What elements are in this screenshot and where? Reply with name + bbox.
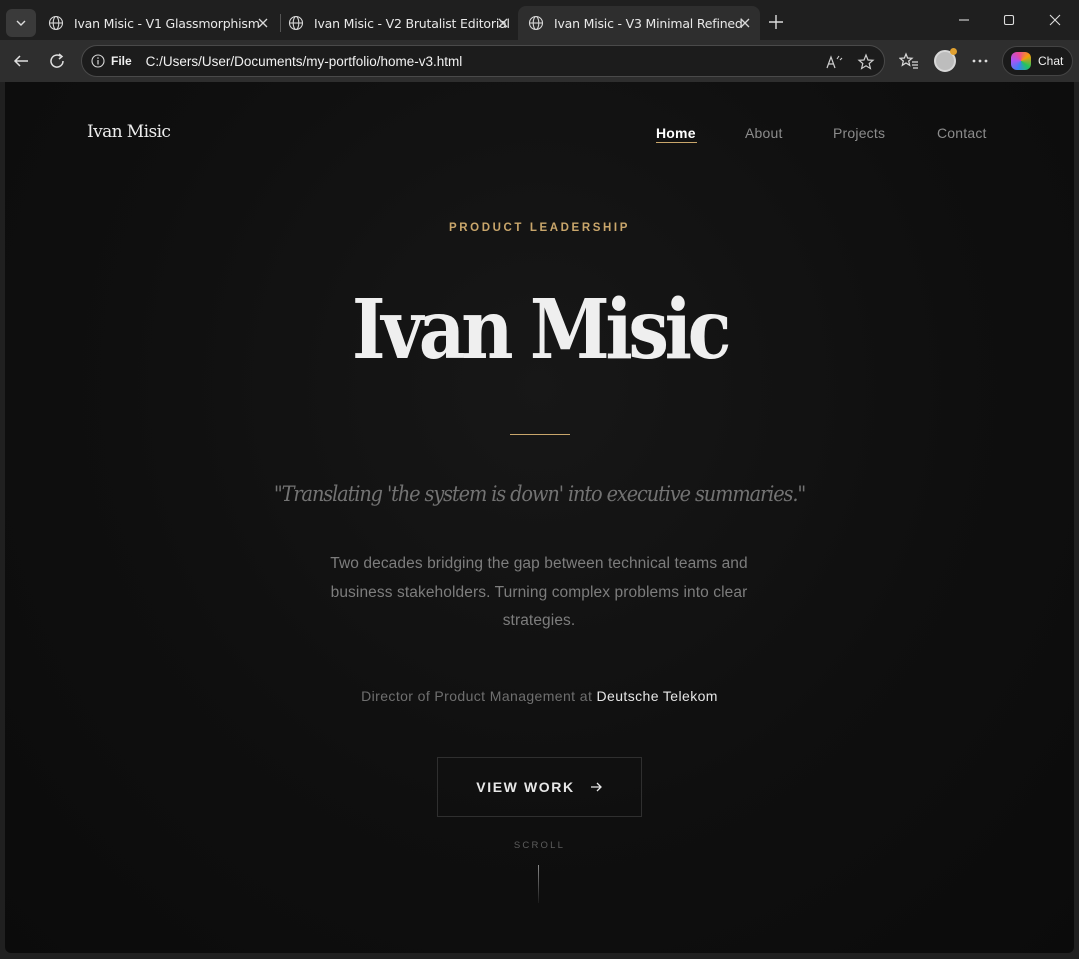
globe-icon <box>48 15 64 31</box>
nav-contact[interactable]: Contact <box>937 125 987 141</box>
profile-status-dot <box>950 48 957 55</box>
info-icon[interactable] <box>91 54 105 68</box>
view-work-button[interactable]: VIEW WORK <box>437 757 642 817</box>
copilot-chat-button[interactable]: Chat <box>1002 46 1073 76</box>
hero-role: Director of Product Management at Deutsc… <box>5 688 1074 704</box>
arrow-right-icon <box>590 782 602 792</box>
tab-v1[interactable]: Ivan Misic - V1 Glassmorphism <box>38 6 278 40</box>
maximize-button[interactable] <box>999 10 1019 30</box>
tab-title: Ivan Misic - V1 Glassmorphism <box>74 15 260 31</box>
hero-bio: Two decades bridging the gap between tec… <box>330 555 748 629</box>
browser-toolbar: File C:/Users/User/Documents/my-portfoli… <box>0 40 1079 82</box>
tab-list-button[interactable] <box>6 9 36 37</box>
tab-title: Ivan Misic - V3 Minimal Refined <box>554 15 743 31</box>
role-prefix: Director of Product Management at <box>361 688 597 704</box>
back-icon <box>13 55 28 67</box>
tab-bar: Ivan Misic - V1 Glassmorphism Ivan Misic… <box>0 0 1079 42</box>
scroll-indicator-line <box>538 865 539 903</box>
favorites-button[interactable] <box>898 50 920 72</box>
nav-home[interactable]: Home <box>656 125 696 141</box>
minimize-button[interactable] <box>954 10 974 30</box>
globe-icon <box>528 15 544 31</box>
globe-icon <box>288 15 304 31</box>
hero-divider <box>510 434 570 435</box>
nav-about[interactable]: About <box>745 125 783 141</box>
favorite-star-icon <box>857 53 875 70</box>
more-icon <box>972 59 988 63</box>
read-aloud-button[interactable] <box>825 52 845 72</box>
close-icon[interactable] <box>738 16 752 30</box>
hero-quote: "Translating 'the system is down' into e… <box>273 482 806 506</box>
maximize-icon <box>1003 14 1015 26</box>
hero-eyebrow: PRODUCT LEADERSHIP <box>449 222 630 234</box>
read-aloud-icon <box>826 55 843 69</box>
scroll-indicator-label: SCROLL <box>513 840 566 851</box>
tab-v2[interactable]: Ivan Misic - V2 Brutalist Editorial <box>278 6 518 40</box>
tab-title: Ivan Misic - V2 Brutalist Editorial <box>314 15 510 31</box>
more-button[interactable] <box>969 50 991 72</box>
new-tab-icon[interactable] <box>766 12 786 32</box>
nav-projects[interactable]: Projects <box>833 125 885 141</box>
site-logo[interactable]: Ivan Misic <box>87 122 171 142</box>
close-icon[interactable] <box>256 16 270 30</box>
favorite-button[interactable] <box>856 52 876 72</box>
chat-label: Chat <box>1038 54 1064 68</box>
url-text[interactable]: C:/Users/User/Documents/my-portfolio/hom… <box>146 54 463 69</box>
close-icon[interactable] <box>496 16 510 30</box>
nav-active-underline <box>656 142 697 143</box>
address-bar[interactable]: File C:/Users/User/Documents/my-portfoli… <box>81 45 885 77</box>
window-close-icon <box>1049 14 1061 26</box>
scheme-label: File <box>111 54 132 68</box>
minimize-icon <box>959 19 969 21</box>
view-work-label: VIEW WORK <box>476 779 575 795</box>
copilot-icon <box>1011 52 1031 70</box>
reload-icon <box>50 53 64 68</box>
favorites-icon <box>899 52 918 69</box>
company-name: Deutsche Telekom <box>596 688 718 704</box>
reload-button[interactable] <box>46 50 68 72</box>
hero-title: Ivan Misic <box>351 282 732 378</box>
tab-v3[interactable]: Ivan Misic - V3 Minimal Refined <box>518 6 760 40</box>
window-close-button[interactable] <box>1045 10 1065 30</box>
page-viewport: Ivan Misic Home About Projects Contact P… <box>5 82 1074 953</box>
back-button[interactable] <box>10 50 32 72</box>
chevron-down-icon <box>16 20 26 26</box>
